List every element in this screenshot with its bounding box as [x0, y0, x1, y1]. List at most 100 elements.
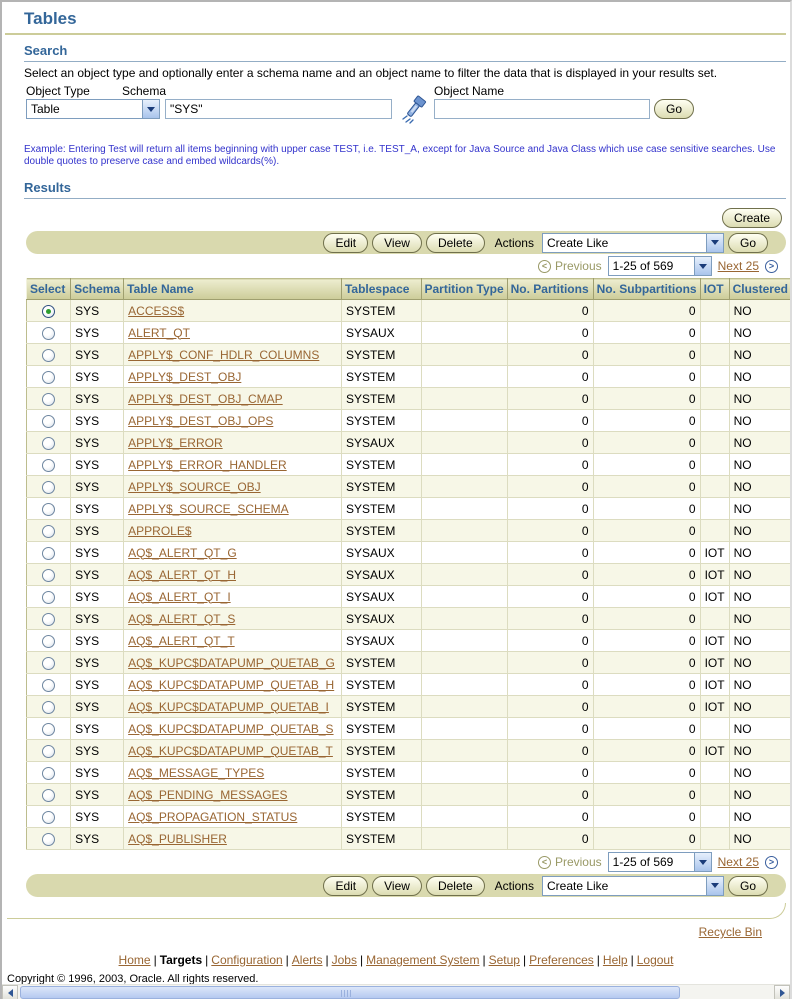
footer-link-alerts[interactable]: Alerts: [292, 953, 323, 967]
row-select-radio[interactable]: [42, 767, 55, 780]
table-name-link[interactable]: AQ$_PROPAGATION_STATUS: [128, 810, 297, 824]
row-select-radio[interactable]: [42, 569, 55, 582]
no-subpartitions-cell: 0: [593, 828, 700, 850]
scroll-right-arrow-icon[interactable]: [774, 985, 790, 999]
table-name-link[interactable]: AQ$_PUBLISHER: [128, 832, 227, 846]
row-select-radio[interactable]: [42, 679, 55, 692]
row-select-radio[interactable]: [42, 811, 55, 824]
footer-link-help[interactable]: Help: [603, 953, 628, 967]
scrollbar-thumb[interactable]: [20, 986, 680, 999]
delete-button[interactable]: Delete: [426, 876, 485, 896]
object-name-input[interactable]: [434, 99, 650, 119]
actions-go-button[interactable]: Go: [728, 233, 768, 253]
chevron-down-icon[interactable]: [694, 853, 711, 871]
footer-link-management-system[interactable]: Management System: [366, 953, 479, 967]
scroll-left-arrow-icon[interactable]: [2, 985, 18, 999]
row-select-radio[interactable]: [42, 723, 55, 736]
row-select-radio[interactable]: [42, 393, 55, 406]
table-name-link[interactable]: APPLY$_CONF_HDLR_COLUMNS: [128, 348, 319, 362]
table-name-link[interactable]: AQ$_KUPC$DATAPUMP_QUETAB_T: [128, 744, 333, 758]
table-name-link[interactable]: APPROLE$: [128, 524, 191, 538]
footer-link-configuration[interactable]: Configuration: [211, 953, 282, 967]
next-circle-icon[interactable]: >: [765, 260, 778, 273]
table-name-link[interactable]: AQ$_KUPC$DATAPUMP_QUETAB_G: [128, 656, 335, 670]
table-name-link[interactable]: AQ$_ALERT_QT_T: [128, 634, 235, 648]
create-button[interactable]: Create: [722, 208, 782, 228]
row-select-radio[interactable]: [42, 481, 55, 494]
row-select-radio[interactable]: [42, 701, 55, 714]
view-button[interactable]: View: [372, 233, 422, 253]
edit-button[interactable]: Edit: [323, 233, 368, 253]
table-name-link[interactable]: APPLY$_SOURCE_OBJ: [128, 480, 261, 494]
row-select-radio[interactable]: [42, 657, 55, 670]
column-header: Clustered: [729, 279, 791, 300]
table-name-link[interactable]: APPLY$_ERROR: [128, 436, 222, 450]
footer-link-preferences[interactable]: Preferences: [529, 953, 594, 967]
view-button[interactable]: View: [372, 876, 422, 896]
table-name-link[interactable]: AQ$_ALERT_QT_S: [128, 612, 235, 626]
table-name-link[interactable]: AQ$_KUPC$DATAPUMP_QUETAB_H: [128, 678, 334, 692]
table-name-link[interactable]: APPLY$_SOURCE_SCHEMA: [128, 502, 289, 516]
record-range-select[interactable]: 1-25 of 569: [608, 256, 712, 276]
table-name-link[interactable]: APPLY$_DEST_OBJ_OPS: [128, 414, 273, 428]
row-select-radio[interactable]: [42, 591, 55, 604]
table-name-link[interactable]: AQ$_ALERT_QT_I: [128, 590, 231, 604]
row-select-radio[interactable]: [42, 349, 55, 362]
chevron-down-icon[interactable]: [706, 877, 723, 895]
schema-input[interactable]: [165, 99, 392, 119]
actions-select[interactable]: Create Like: [542, 233, 724, 253]
chevron-down-icon[interactable]: [706, 234, 723, 252]
footer-link-home[interactable]: Home: [119, 953, 151, 967]
row-select-radio[interactable]: [42, 547, 55, 560]
table-name-link[interactable]: ACCESS$: [128, 304, 184, 318]
row-select-radio[interactable]: [42, 415, 55, 428]
row-select-radio[interactable]: [42, 635, 55, 648]
recycle-bin-link[interactable]: Recycle Bin: [699, 925, 762, 939]
table-name-link[interactable]: APPLY$_ERROR_HANDLER: [128, 458, 287, 472]
table-name-link[interactable]: APPLY$_DEST_OBJ: [128, 370, 241, 384]
edit-button[interactable]: Edit: [323, 876, 368, 896]
footer-separator: |: [205, 953, 208, 967]
table-name-link[interactable]: APPLY$_DEST_OBJ_CMAP: [128, 392, 283, 406]
row-select-radio[interactable]: [42, 327, 55, 340]
footer-link-setup[interactable]: Setup: [489, 953, 520, 967]
next-link[interactable]: Next 25: [718, 259, 759, 273]
tablespace-cell: SYSTEM: [341, 674, 421, 696]
search-go-button[interactable]: Go: [654, 99, 694, 119]
search-flashlight-icon[interactable]: [400, 94, 428, 124]
row-select-radio[interactable]: [42, 833, 55, 846]
row-select-radio[interactable]: [42, 371, 55, 384]
table-name-link[interactable]: AQ$_PENDING_MESSAGES: [128, 788, 287, 802]
table-name-link[interactable]: AQ$_MESSAGE_TYPES: [128, 766, 264, 780]
chevron-down-icon[interactable]: [142, 100, 159, 118]
horizontal-scrollbar[interactable]: [2, 984, 790, 999]
next-link[interactable]: Next 25: [718, 855, 759, 869]
actions-select[interactable]: Create Like: [542, 876, 724, 896]
row-select-radio[interactable]: [42, 525, 55, 538]
footer-link-jobs[interactable]: Jobs: [332, 953, 357, 967]
table-row: SYSAQ$_PROPAGATION_STATUSSYSTEM00NO: [27, 806, 792, 828]
row-select-radio[interactable]: [42, 437, 55, 450]
row-select-radio[interactable]: [42, 459, 55, 472]
actions-go-button[interactable]: Go: [728, 876, 768, 896]
table-name-link[interactable]: AQ$_KUPC$DATAPUMP_QUETAB_I: [128, 700, 329, 714]
row-select-radio[interactable]: [42, 789, 55, 802]
next-circle-icon[interactable]: >: [765, 856, 778, 869]
table-name-link[interactable]: ALERT_QT: [128, 326, 190, 340]
tablespace-cell: SYSAUX: [341, 630, 421, 652]
row-select-radio[interactable]: [42, 613, 55, 626]
object-type-select[interactable]: Table: [26, 99, 160, 119]
row-select-radio[interactable]: [42, 745, 55, 758]
table-name-link[interactable]: AQ$_ALERT_QT_H: [128, 568, 236, 582]
row-select-radio[interactable]: [42, 503, 55, 516]
table-row: SYSAQ$_KUPC$DATAPUMP_QUETAB_HSYSTEM00IOT…: [27, 674, 792, 696]
record-range-select[interactable]: 1-25 of 569: [608, 852, 712, 872]
delete-button[interactable]: Delete: [426, 233, 485, 253]
chevron-down-icon[interactable]: [694, 257, 711, 275]
pagination-bottom: < Previous 1-25 of 569 Next 25 >: [24, 850, 786, 874]
table-name-link[interactable]: AQ$_KUPC$DATAPUMP_QUETAB_S: [128, 722, 333, 736]
clustered-cell: NO: [729, 454, 791, 476]
table-name-link[interactable]: AQ$_ALERT_QT_G: [128, 546, 237, 560]
row-select-radio[interactable]: [42, 305, 55, 318]
footer-link-logout[interactable]: Logout: [637, 953, 674, 967]
